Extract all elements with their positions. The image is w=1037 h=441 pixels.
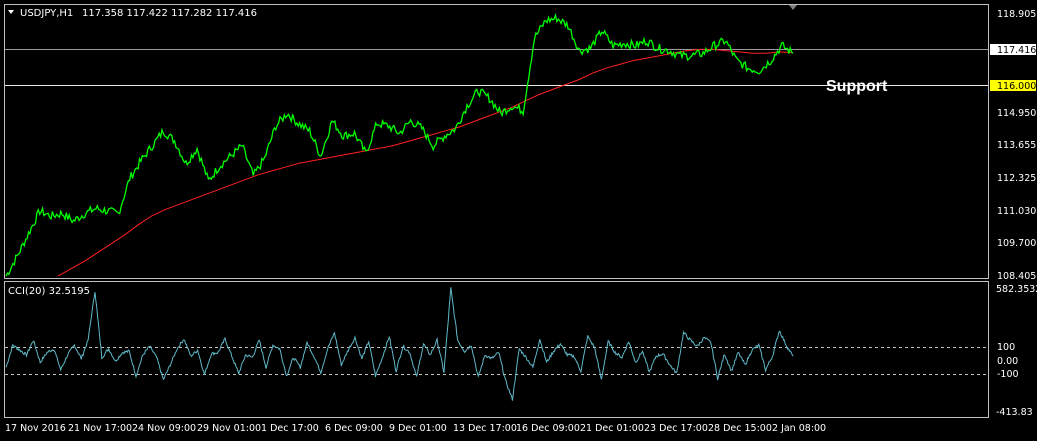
support-annotation[interactable]: Support xyxy=(826,78,888,95)
time-tick-label: 2 Jan 08:00 xyxy=(772,423,826,434)
ohlc-readout: 117.358 117.422 117.282 117.416 xyxy=(82,8,257,19)
price-tick-label: 112.325 xyxy=(997,173,1036,184)
price-tick-label: 111.030 xyxy=(997,206,1036,217)
price-tick-label: 113.655 xyxy=(997,140,1036,151)
cci-label: CCI(20) 32.5195 xyxy=(8,286,90,297)
time-tick-label: 29 Nov 01:00 xyxy=(197,423,261,434)
collapse-triangle-icon[interactable] xyxy=(8,10,14,14)
time-tick-label: 21 Nov 17:00 xyxy=(68,423,132,434)
current-price-tag-label: 117.416 xyxy=(997,45,1036,56)
price-panel-frame xyxy=(4,4,989,279)
cci-line xyxy=(5,287,794,401)
moving-average-line xyxy=(57,48,794,277)
price-tick-label: 108.405 xyxy=(997,271,1036,282)
time-tick-label: 1 Dec 17:00 xyxy=(261,423,319,434)
time-tick-label: 17 Nov 2016 xyxy=(5,423,66,434)
time-tick-label: 9 Dec 01:00 xyxy=(389,423,447,434)
cci-tick-label: 100 xyxy=(997,342,1015,353)
price-axis: 118.905 117.416 116.000 114.950 113.655 … xyxy=(990,9,1036,282)
time-tick-label: 21 Dec 01:00 xyxy=(580,423,644,434)
price-tick-label: 118.905 xyxy=(997,9,1036,20)
time-tick-label: 16 Dec 09:00 xyxy=(516,423,580,434)
price-tick-label: 114.950 xyxy=(997,108,1036,119)
price-tick-label: 109.700 xyxy=(997,238,1036,249)
cci-axis: 582.3532 100 0.00 -100 -413.83 xyxy=(996,284,1037,418)
time-tick-label: 23 Dec 17:00 xyxy=(644,423,708,434)
time-axis: 17 Nov 2016 21 Nov 17:00 24 Nov 09:00 29… xyxy=(5,423,826,434)
cci-tick-label: 0.00 xyxy=(997,356,1018,367)
time-tick-label: 13 Dec 17:00 xyxy=(453,423,517,434)
symbol-label: USDJPY,H1 xyxy=(20,8,73,19)
time-tick-label: 24 Nov 09:00 xyxy=(132,423,196,434)
time-tick-label: 6 Dec 09:00 xyxy=(325,423,383,434)
price-line xyxy=(5,12,794,277)
shift-marker-icon[interactable] xyxy=(789,5,797,10)
cci-tick-label: -100 xyxy=(997,369,1019,380)
cci-tick-label: 582.3532 xyxy=(996,284,1037,295)
chart-canvas: USDJPY,H1 117.358 117.422 117.282 117.41… xyxy=(4,4,1037,434)
support-price-tag-label: 116.000 xyxy=(997,81,1036,92)
time-tick-label: 28 Dec 15:00 xyxy=(708,423,772,434)
cci-tick-label: -413.83 xyxy=(996,407,1033,418)
